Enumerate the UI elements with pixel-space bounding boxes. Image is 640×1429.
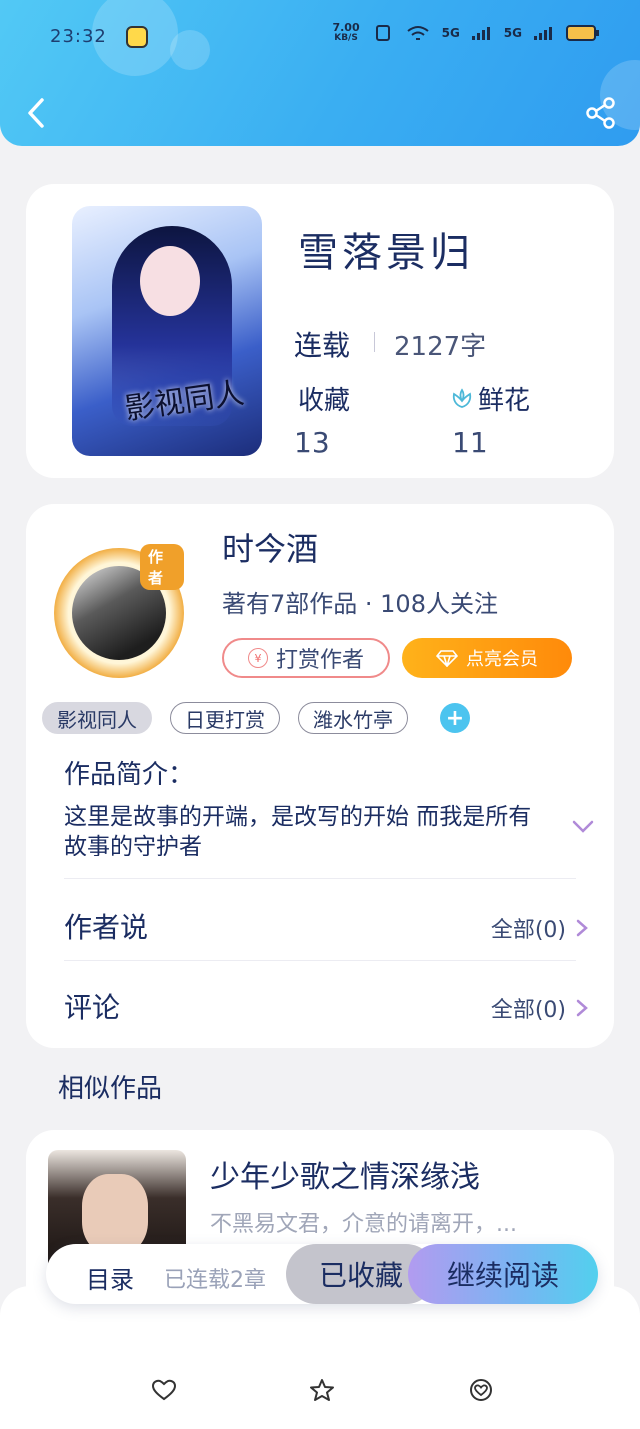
collect-stat[interactable]: 收藏 (298, 380, 350, 417)
book-info-card: 影视同人 雪落景归 连载 2127字 收藏 13 鲜花 11 (26, 184, 614, 478)
status-icons: 7.00 KB/S 5G 5G (332, 22, 600, 44)
wifi-icon (406, 26, 429, 40)
star-icon[interactable] (309, 1378, 335, 1402)
chevron-right-icon (576, 919, 588, 937)
toc-button[interactable]: 目录 (86, 1260, 134, 1295)
continue-reading-label: 继续阅读 (446, 1259, 559, 1292)
intro-text: 这里是故事的开端，是改写的开始 而我是所有故事的守护者 (64, 804, 532, 856)
author-avatar-frame[interactable]: 作者 (54, 544, 184, 678)
signal-icon (534, 27, 552, 40)
author-card: 作者 时今酒 著有7部作品 · 108人关注 ¥ 打赏作者 点亮会员 影视同人 … (26, 504, 614, 1048)
book-title: 雪落景归 (298, 230, 474, 276)
comments-label[interactable]: 评论 (64, 986, 120, 1026)
serial-status: 已连载2章 (164, 1268, 266, 1293)
collect-count: 13 (294, 426, 330, 459)
signal-icon (471, 27, 490, 40)
tip-author-button[interactable]: ¥ 打赏作者 (222, 638, 390, 678)
heart-badge-icon[interactable] (468, 1378, 494, 1402)
tag-item[interactable]: 日更打赏 (170, 702, 280, 734)
collect-label: 收藏 (298, 386, 351, 416)
author-says-label[interactable]: 作者说 (64, 906, 148, 946)
similar-desc: 不黑易文君，介意的请离开，... (210, 1212, 517, 1237)
tip-label: 打赏作者 (275, 648, 364, 673)
sim2-label: 5G (503, 26, 522, 40)
decor-bubble (170, 30, 210, 70)
author-says-value: 全部(0) (490, 918, 566, 943)
speed-value: 7.00 (332, 21, 360, 34)
reading-action-bar: 目录 已连载2章 已收藏 继续阅读 (46, 1244, 598, 1304)
diamond-icon (436, 650, 458, 667)
tag-list: 影视同人 日更打赏 潍水竹亭 + (42, 702, 470, 734)
heart-icon[interactable] (151, 1378, 177, 1402)
divider (64, 878, 576, 879)
divider (374, 332, 375, 352)
tag-item[interactable]: 影视同人 (42, 702, 152, 734)
collected-label: 已收藏 (318, 1259, 403, 1292)
tag-item[interactable]: 潍水竹亭 (298, 702, 408, 734)
book-status: 连载 (294, 329, 351, 362)
author-says-link[interactable]: 全部(0) (491, 912, 588, 944)
cover-figure-face (140, 246, 200, 316)
flower-count: 11 (452, 426, 488, 459)
book-word-count: 2127字 (394, 332, 487, 362)
add-tag-icon[interactable]: + (440, 703, 470, 733)
vip-button[interactable]: 点亮会员 (402, 638, 572, 678)
battery-icon (566, 25, 599, 41)
chevron-down-icon[interactable] (572, 820, 594, 834)
flower-icon (452, 387, 472, 408)
vip-label: 点亮会员 (466, 649, 538, 670)
cover-figure-face (82, 1174, 148, 1254)
yen-icon: ¥ (247, 648, 268, 668)
author-meta: 著有7部作品 · 108人关注 (222, 590, 498, 618)
status-time: 23:32 (50, 26, 107, 47)
similar-heading: 相似作品 (58, 1074, 163, 1104)
bottom-bar (0, 1286, 640, 1429)
chevron-right-icon (576, 999, 588, 1017)
intro-label: 作品简介： (64, 760, 195, 790)
header: 23:32 7.00 KB/S 5G 5G (0, 0, 640, 146)
back-icon[interactable] (22, 96, 50, 130)
vibrate-icon (375, 25, 390, 41)
author-badge: 作者 (140, 544, 184, 590)
comments-value: 全部(0) (490, 998, 566, 1023)
author-name[interactable]: 时今酒 (222, 524, 318, 570)
continue-reading-button[interactable]: 继续阅读 (408, 1244, 598, 1304)
share-icon[interactable] (584, 96, 618, 130)
flower-label: 鲜花 (478, 386, 531, 416)
similar-title: 少年少歌之情深缘浅 (210, 1160, 480, 1195)
flower-stat[interactable]: 鲜花 (450, 380, 530, 417)
sim1-label: 5G (441, 26, 460, 40)
network-speed: 7.00 KB/S (332, 22, 359, 44)
app-notification-icon (126, 26, 148, 48)
divider (64, 960, 576, 961)
comments-link[interactable]: 全部(0) (491, 992, 588, 1024)
book-cover[interactable]: 影视同人 (72, 206, 262, 456)
speed-unit: KB/S (334, 33, 358, 43)
